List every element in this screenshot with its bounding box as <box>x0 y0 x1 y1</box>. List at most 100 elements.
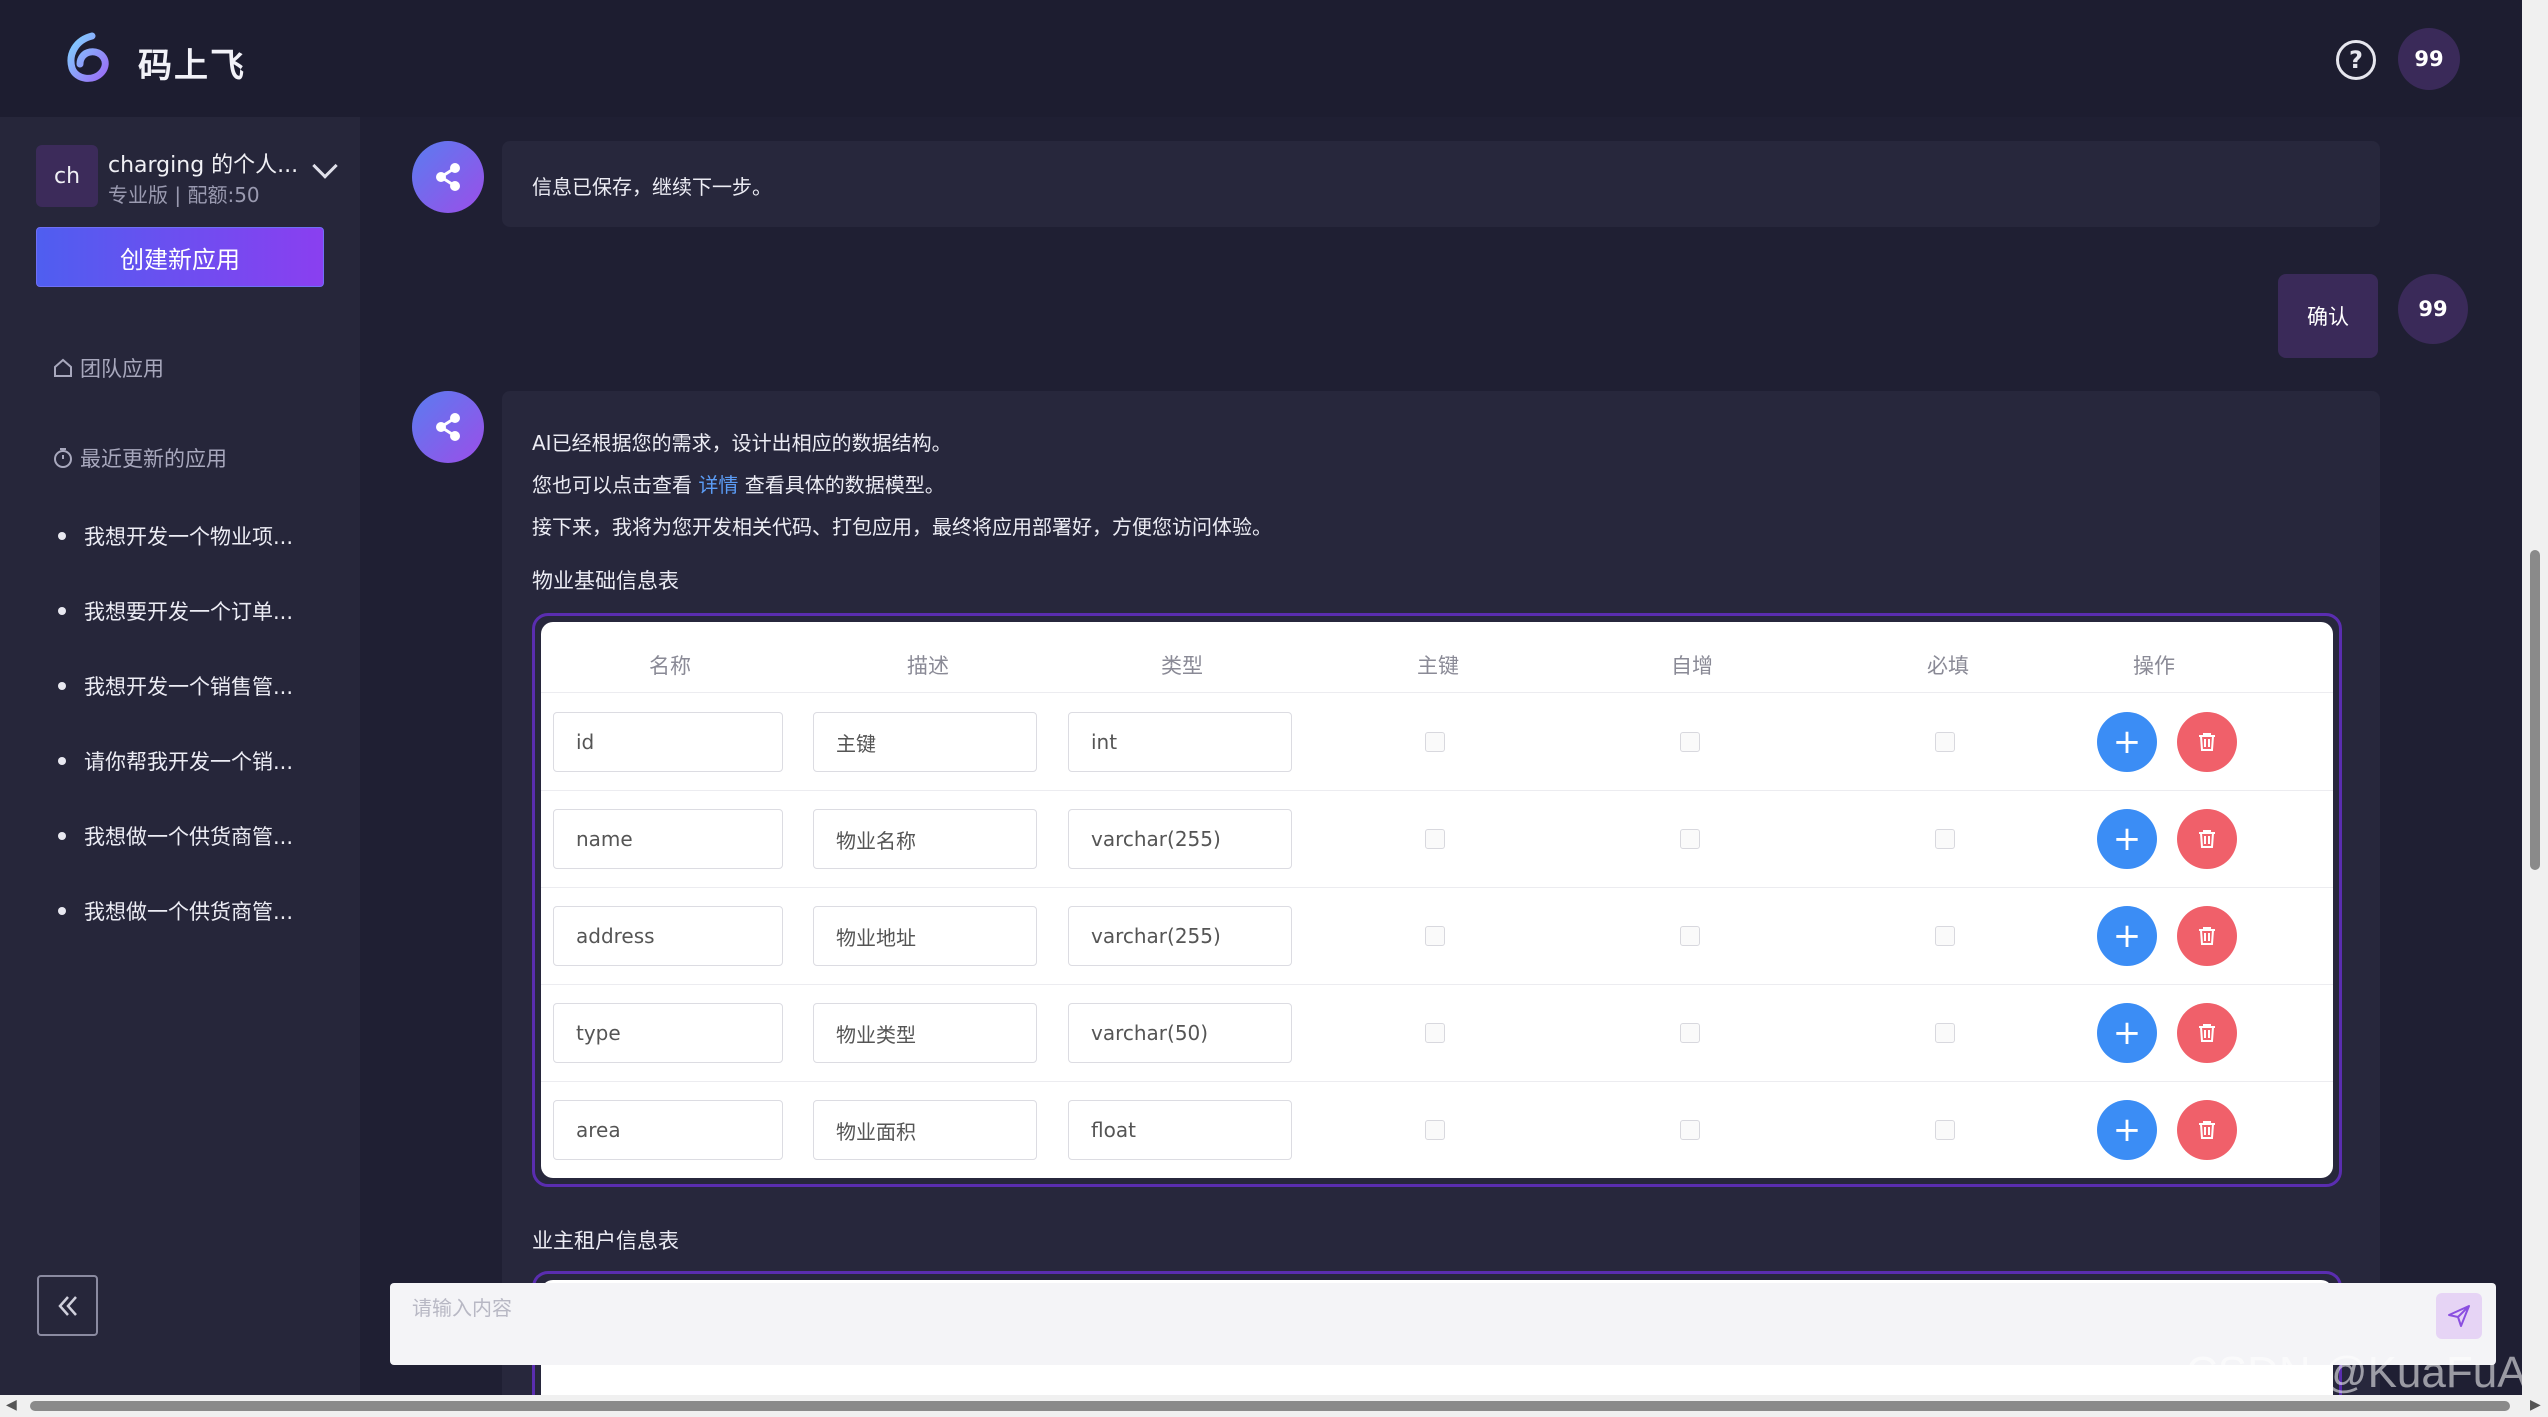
required-checkbox[interactable] <box>1935 829 1955 849</box>
recent-app-item[interactable]: 我想开发一个物业项... <box>58 521 293 551</box>
recent-app-item[interactable]: 我想做一个供货商管... <box>58 821 293 851</box>
send-icon <box>2448 1305 2470 1327</box>
field-desc-input[interactable]: 主键 <box>813 712 1037 772</box>
nav-recent-apps: 最近更新的应用 <box>52 443 227 473</box>
delete-row-button[interactable] <box>2177 1003 2237 1063</box>
team-switcher[interactable]: ch charging 的个人... 专业版 | 配额:50 <box>36 145 342 215</box>
create-app-button[interactable]: 创建新应用 <box>36 227 324 287</box>
ai-summary-line: AI已经根据您的需求，设计出相应的数据结构。 <box>532 431 952 455</box>
home-icon <box>54 358 72 377</box>
user-avatar[interactable]: 99 <box>2398 28 2460 90</box>
field-type-input[interactable]: varchar(50) <box>1068 1003 1292 1063</box>
field-name-input[interactable]: id <box>553 712 783 772</box>
ai-detail-suffix: 查看具体的数据模型。 <box>744 473 945 497</box>
double-chevron-left-icon <box>57 1295 77 1316</box>
required-checkbox[interactable] <box>1935 926 1955 946</box>
recent-app-item[interactable]: 我想开发一个销售管... <box>58 671 293 701</box>
add-row-button[interactable]: + <box>2097 712 2157 772</box>
auto-increment-checkbox[interactable] <box>1680 829 1700 849</box>
scroll-right-icon[interactable]: ▶ <box>2530 1397 2541 1413</box>
bullet-icon <box>58 757 66 765</box>
bot-avatar <box>412 141 484 213</box>
field-desc-input[interactable]: 物业面积 <box>813 1100 1037 1160</box>
pk-checkbox[interactable] <box>1425 732 1445 752</box>
recent-app-label: 请你帮我开发一个销... <box>84 750 294 774</box>
scroll-left-icon[interactable]: ◀ <box>6 1397 17 1413</box>
field-type-input[interactable]: varchar(255) <box>1068 809 1292 869</box>
bullet-icon <box>58 832 66 840</box>
pk-checkbox[interactable] <box>1425 926 1445 946</box>
add-row-button[interactable]: + <box>2097 1003 2157 1063</box>
chevron-down-icon[interactable] <box>312 153 338 179</box>
nav-team-apps[interactable]: 团队应用 <box>52 353 164 383</box>
trash-icon <box>2199 733 2215 751</box>
auto-increment-checkbox[interactable] <box>1680 732 1700 752</box>
field-name-input[interactable]: type <box>553 1003 783 1063</box>
field-name-input[interactable]: address <box>553 906 783 966</box>
bullet-icon <box>58 907 66 915</box>
column-header-type: 类型 <box>1161 654 1203 678</box>
row-divider <box>541 1081 2333 1082</box>
recent-app-item[interactable]: 请你帮我开发一个销... <box>58 746 293 776</box>
user-avatar: 99 <box>2398 274 2468 344</box>
recent-app-label: 我想做一个供货商管... <box>84 825 294 849</box>
help-icon[interactable]: ? <box>2336 40 2376 80</box>
message-input[interactable] <box>412 1293 2312 1323</box>
add-row-button[interactable]: + <box>2097 906 2157 966</box>
sidebar: ch charging 的个人... 专业版 | 配额:50 创建新应用 团队应… <box>0 117 360 1395</box>
app-logo-icon[interactable] <box>62 32 114 84</box>
team-plan: 专业版 | 配额:50 <box>108 183 260 207</box>
share-icon <box>436 413 460 441</box>
field-type-input[interactable]: varchar(255) <box>1068 906 1292 966</box>
row-divider <box>541 692 2333 693</box>
required-checkbox[interactable] <box>1935 732 1955 752</box>
team-avatar: ch <box>36 145 98 207</box>
auto-increment-checkbox[interactable] <box>1680 926 1700 946</box>
field-type-input[interactable]: float <box>1068 1100 1292 1160</box>
pk-checkbox[interactable] <box>1425 1023 1445 1043</box>
send-button[interactable] <box>2436 1293 2482 1339</box>
vertical-scrollbar[interactable] <box>2522 0 2548 1395</box>
auto-increment-checkbox[interactable] <box>1680 1120 1700 1140</box>
brand-name: 码上飞 <box>138 46 246 86</box>
plus-icon: + <box>2112 722 2142 762</box>
pk-checkbox[interactable] <box>1425 829 1445 849</box>
field-desc-input[interactable]: 物业地址 <box>813 906 1037 966</box>
details-link[interactable]: 详情 <box>698 473 738 497</box>
field-name-input[interactable]: name <box>553 809 783 869</box>
ai-detail-line: 您也可以点击查看 详情 查看具体的数据模型。 <box>532 469 945 498</box>
field-type-input[interactable]: int <box>1068 712 1292 772</box>
plus-icon: + <box>2112 819 2142 859</box>
field-name-input[interactable]: area <box>553 1100 783 1160</box>
data-table: 名称 描述 类型 主键 自增 必填 操作 id 主键 int + name 物业… <box>541 622 2333 1178</box>
horizontal-scrollbar[interactable]: ◀ ▶ <box>0 1395 2548 1417</box>
table-title: 业主租户信息表 <box>532 1229 679 1253</box>
column-header-desc: 描述 <box>907 654 949 678</box>
team-name: charging 的个人... <box>108 153 299 178</box>
pk-checkbox[interactable] <box>1425 1120 1445 1140</box>
add-row-button[interactable]: + <box>2097 1100 2157 1160</box>
required-checkbox[interactable] <box>1935 1120 1955 1140</box>
delete-row-button[interactable] <box>2177 1100 2237 1160</box>
bullet-icon <box>58 532 66 540</box>
field-desc-input[interactable]: 物业名称 <box>813 809 1037 869</box>
chat-area: 信息已保存，继续下一步。 确认 99 AI已经根据您的需求，设计出相应的数据结构… <box>360 117 2522 1395</box>
delete-row-button[interactable] <box>2177 712 2237 772</box>
add-row-button[interactable]: + <box>2097 809 2157 869</box>
top-header: 码上飞 ? 99 <box>0 0 2522 117</box>
vertical-scroll-thumb[interactable] <box>2530 550 2540 870</box>
bullet-icon <box>58 607 66 615</box>
user-message: 确认 <box>2278 274 2378 358</box>
collapse-sidebar-button[interactable] <box>37 1275 98 1336</box>
auto-increment-checkbox[interactable] <box>1680 1023 1700 1043</box>
bullet-icon <box>58 682 66 690</box>
recent-app-item[interactable]: 我想要开发一个订单... <box>58 596 293 626</box>
field-desc-input[interactable]: 物业类型 <box>813 1003 1037 1063</box>
recent-app-label: 我想要开发一个订单... <box>84 600 294 624</box>
nav-team-apps-label: 团队应用 <box>80 357 164 381</box>
horizontal-scroll-thumb[interactable] <box>30 1401 2510 1411</box>
delete-row-button[interactable] <box>2177 809 2237 869</box>
delete-row-button[interactable] <box>2177 906 2237 966</box>
recent-app-item[interactable]: 我想做一个供货商管... <box>58 896 293 926</box>
required-checkbox[interactable] <box>1935 1023 1955 1043</box>
